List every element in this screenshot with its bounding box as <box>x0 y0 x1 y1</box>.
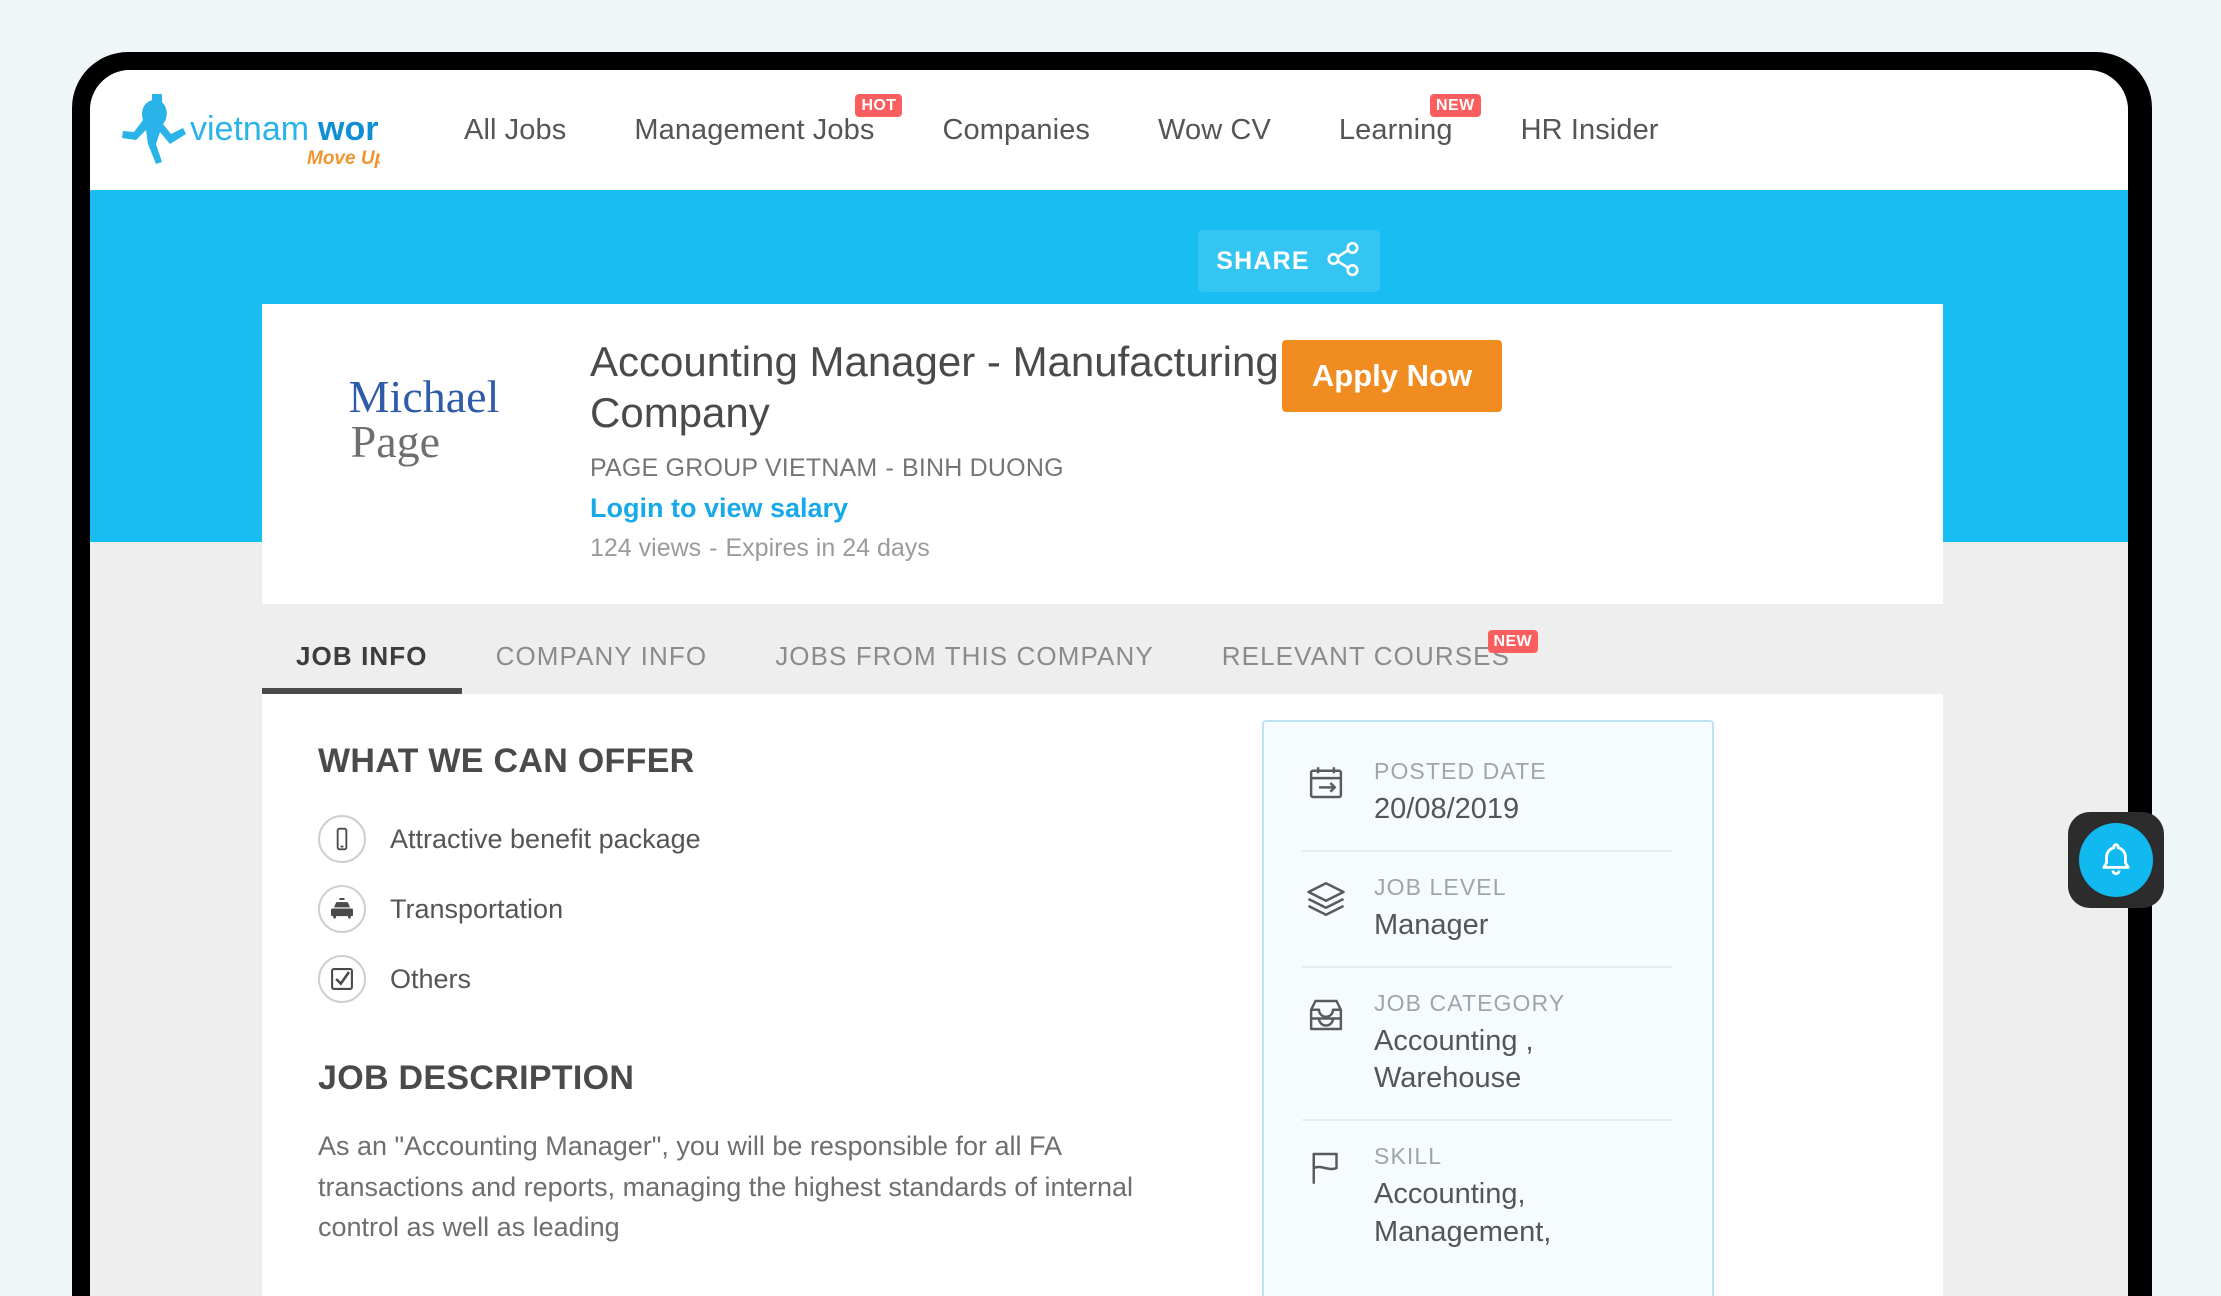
offer-item: Transportation <box>318 885 1198 933</box>
apply-now-button[interactable]: Apply Now <box>1282 340 1502 412</box>
inbox-icon <box>1302 994 1350 1042</box>
tab-label: JOB INFO <box>296 640 428 671</box>
tab-job-info[interactable]: JOB INFO <box>262 618 462 694</box>
offer-item: Attractive benefit package <box>318 815 1198 863</box>
tab-company-info[interactable]: COMPANY INFO <box>462 618 742 694</box>
browser-viewport: vietnam works Move Up! All Jobs Manageme… <box>90 70 2128 1296</box>
tab-label: COMPANY INFO <box>495 640 708 671</box>
nav-item-learning[interactable]: Learning NEW <box>1305 93 1487 147</box>
info-value: Accounting, Management, <box>1374 1178 1552 1248</box>
info-row-posted-date: POSTED DATE 20/08/2019 <box>1302 758 1672 853</box>
job-summary-panel: POSTED DATE 20/08/2019 JOB LEVEL Manager… <box>1262 720 1714 1296</box>
vietnamworks-logo[interactable]: vietnam works Move Up! <box>122 88 380 172</box>
expiry-text: Expires in 24 days <box>725 534 930 562</box>
new-badge: NEW <box>1430 93 1481 117</box>
info-value: Accounting , Warehouse <box>1374 1025 1534 1095</box>
views-and-expiry: 124 views - Expires in 24 days <box>590 534 1410 563</box>
offer-label: Transportation <box>390 893 564 924</box>
logo-line-2: Page <box>350 415 441 467</box>
flag-icon <box>1302 1147 1350 1195</box>
mobile-icon <box>318 815 366 863</box>
info-label: JOB LEVEL <box>1374 874 1507 901</box>
share-button[interactable]: SHARE <box>1198 230 1380 292</box>
what-we-can-offer-heading: WHAT WE CAN OFFER <box>318 742 695 780</box>
tab-label: JOBS FROM THIS COMPANY <box>775 640 1154 671</box>
info-value: Manager <box>1374 909 1489 942</box>
job-content-column: WHAT WE CAN OFFER Attractive benefit pac… <box>318 742 1198 1248</box>
taxi-icon <box>318 885 366 933</box>
job-description-body: As an "Accounting Manager", you will be … <box>318 1131 1133 1242</box>
nav-item-companies[interactable]: Companies <box>908 114 1124 147</box>
nav-label: Companies <box>942 113 1091 146</box>
calendar-icon <box>1302 762 1350 810</box>
job-location[interactable]: BINH DUONG <box>902 454 1064 482</box>
offer-label: Others <box>390 963 472 994</box>
info-label: POSTED DATE <box>1374 758 1547 784</box>
job-meta: PAGE GROUP VIETNAM - BINH DUONG Login to v… <box>590 454 1410 563</box>
share-icon <box>1324 240 1362 283</box>
svg-text:works: works <box>317 110 380 148</box>
layers-icon <box>1302 878 1350 926</box>
michael-page-logo: Michael Page <box>322 362 526 478</box>
new-badge: NEW <box>1487 630 1539 653</box>
nav-item-management-jobs[interactable]: Management Jobs HOT <box>600 93 908 147</box>
page-root: vietnam works Move Up! All Jobs Manageme… <box>0 0 2221 1296</box>
meta-separator: - <box>885 454 894 482</box>
nav-item-wow-cv[interactable]: Wow CV <box>1124 114 1305 147</box>
info-value: 20/08/2019 <box>1374 793 1520 825</box>
nav-label: HR Insider <box>1520 113 1659 146</box>
tab-label: RELEVANT COURSES <box>1221 640 1511 671</box>
bell-icon <box>2079 823 2153 897</box>
info-label: SKILL <box>1374 1143 1443 1170</box>
hot-badge: HOT <box>855 93 903 117</box>
share-label: SHARE <box>1216 246 1310 275</box>
logo-line-1: Michael <box>348 371 500 423</box>
login-to-view-salary-link[interactable]: Login to view salary <box>590 493 848 524</box>
notification-widget[interactable] <box>2068 812 2164 908</box>
offer-label: Attractive benefit package <box>390 823 701 854</box>
info-row-job-category: JOB CATEGORY Accounting , Warehouse <box>1302 990 1672 1122</box>
company-name[interactable]: PAGE GROUP VIETNAM <box>590 454 877 482</box>
main-nav-links: All Jobs Management Jobs HOT Companies W… <box>430 93 1693 147</box>
top-navigation-bar: vietnam works Move Up! All Jobs Manageme… <box>90 70 2128 190</box>
nav-item-all-jobs[interactable]: All Jobs <box>430 114 600 147</box>
svg-text:vietnam: vietnam <box>190 110 309 148</box>
tab-bar: JOB INFO COMPANY INFO JOBS FROM THIS COM… <box>262 618 1943 694</box>
info-row-skill: SKILL Accounting, Management, <box>1302 1143 1672 1272</box>
checkbox-icon <box>318 955 366 1003</box>
view-count: 124 views <box>590 534 702 562</box>
job-description-heading: JOB DESCRIPTION <box>318 1059 635 1097</box>
job-header-card: Michael Page Accounting Manager - Manufa… <box>262 304 1943 604</box>
job-info-panel: WHAT WE CAN OFFER Attractive benefit pac… <box>262 694 1943 1296</box>
nav-label: Learning <box>1338 113 1453 146</box>
meta-separator: - <box>709 534 718 562</box>
svg-text:Move Up!: Move Up! <box>307 148 380 169</box>
nav-item-hr-insider[interactable]: HR Insider <box>1487 114 1693 147</box>
nav-label: Management Jobs <box>634 113 875 146</box>
company-and-location: PAGE GROUP VIETNAM - BINH DUONG <box>590 454 1410 483</box>
nav-label: All Jobs <box>464 113 567 146</box>
info-label: JOB CATEGORY <box>1374 990 1566 1017</box>
tab-jobs-from-this-company[interactable]: JOBS FROM THIS COMPANY <box>741 618 1188 694</box>
offer-item: Others <box>318 955 1198 1003</box>
tab-relevant-courses[interactable]: RELEVANT COURSES NEW <box>1188 618 1544 694</box>
info-row-job-level: JOB LEVEL Manager <box>1302 874 1672 969</box>
nav-label: Wow CV <box>1158 113 1271 146</box>
page-title: Accounting Manager - Manufacturing Compa… <box>590 338 1279 437</box>
